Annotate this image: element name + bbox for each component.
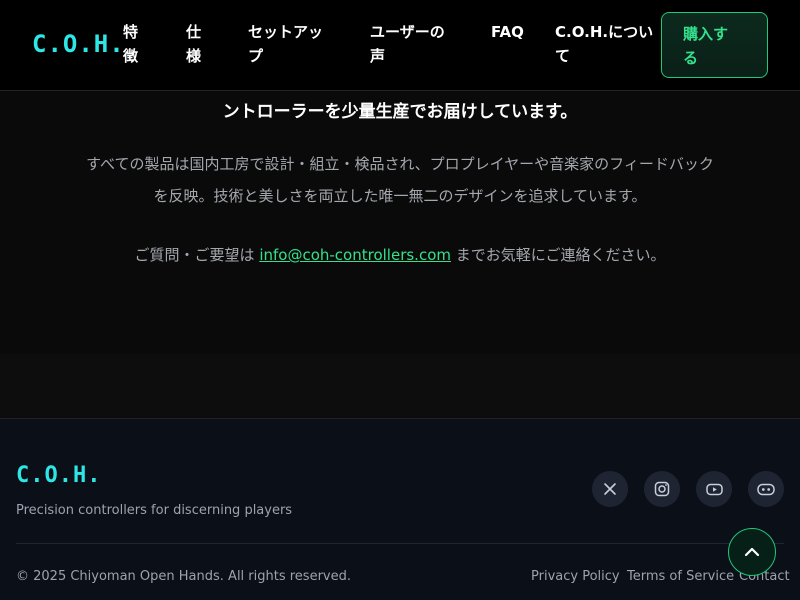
footer-tagline: Precision controllers for discerning pla…	[16, 503, 293, 518]
nav-features-label-2: 徴	[123, 47, 139, 65]
nav-specs-label-1: 仕	[186, 23, 202, 41]
buy-button[interactable]: 購入す る	[661, 12, 768, 78]
about-section: ントローラーを少量生産でお届けしています。 すべての製品は国内工房で設計・組立・…	[0, 91, 800, 354]
nav-features-label-1: 特	[123, 23, 139, 41]
nav-about[interactable]: C.O.H.につい て	[555, 20, 653, 68]
buy-button-label-2: る	[683, 49, 699, 67]
nav-about-label-1: C.O.H.につい	[555, 23, 654, 41]
contact-line: ご質問・ご要望は info@coh-controllers.com までお気軽に…	[0, 244, 800, 265]
nav-about-label-2: て	[555, 47, 571, 65]
brand-logo[interactable]: C.O.H.	[32, 30, 125, 58]
social-discord-button[interactable]	[748, 471, 784, 507]
terms-of-service-link[interactable]: Terms of Service	[627, 569, 734, 584]
nav-testimonials[interactable]: ユーザーの 声	[370, 20, 445, 68]
buy-button-label-1: 購入す	[683, 25, 729, 43]
footer-logo[interactable]: C.O.H.	[16, 463, 101, 488]
nav-setup-label-2: プ	[248, 47, 264, 65]
youtube-icon	[705, 483, 723, 495]
contact-email-link[interactable]: info@coh-controllers.com	[259, 246, 451, 264]
social-youtube-button[interactable]	[696, 471, 732, 507]
nav-setup-label-1: セットアッ	[248, 23, 324, 41]
about-lead-text: ントローラーを少量生産でお届けしています。	[222, 102, 578, 122]
contact-prefix: ご質問・ご要望は	[134, 246, 255, 264]
x-icon	[604, 483, 616, 495]
instagram-icon	[654, 481, 670, 497]
section-spacer	[0, 354, 800, 418]
nav-faq-label: FAQ	[491, 23, 524, 41]
scroll-to-top-button[interactable]	[728, 528, 776, 576]
nav-testimonials-label-1: ユーザーの	[370, 23, 445, 41]
discord-icon	[757, 483, 775, 495]
nav-features[interactable]: 特 徴	[123, 20, 138, 68]
privacy-policy-link[interactable]: Privacy Policy	[531, 569, 620, 584]
footer-divider	[16, 543, 784, 544]
nav-specs[interactable]: 仕 様	[186, 20, 201, 68]
about-body-line-2: を反映。技術と美しさを両立した唯一無二のデザインを追求しています。	[153, 187, 647, 205]
site-header: C.O.H. 特 徴 仕 様 セットアッ プ ユーザーの 声 FAQ C.O.H…	[0, 0, 800, 91]
nav-setup[interactable]: セットアッ プ	[248, 20, 323, 68]
about-body-text: すべての製品は国内工房で設計・組立・検品され、プロプレイヤーや音楽家のフィードバ…	[0, 148, 800, 212]
social-x-button[interactable]	[592, 471, 628, 507]
chevron-up-icon	[744, 547, 760, 557]
contact-suffix: までお気軽にご連絡ください。	[455, 246, 666, 264]
about-body-line-1: すべての製品は国内工房で設計・組立・検品され、プロプレイヤーや音楽家のフィードバ…	[86, 155, 714, 173]
social-instagram-button[interactable]	[644, 471, 680, 507]
copyright-text: © 2025 Chiyoman Open Hands. All rights r…	[16, 569, 351, 584]
nav-testimonials-label-2: 声	[370, 47, 386, 65]
nav-specs-label-2: 様	[186, 47, 202, 65]
site-footer: C.O.H. Precision controllers for discern…	[0, 418, 800, 600]
nav-faq[interactable]: FAQ	[491, 20, 524, 44]
